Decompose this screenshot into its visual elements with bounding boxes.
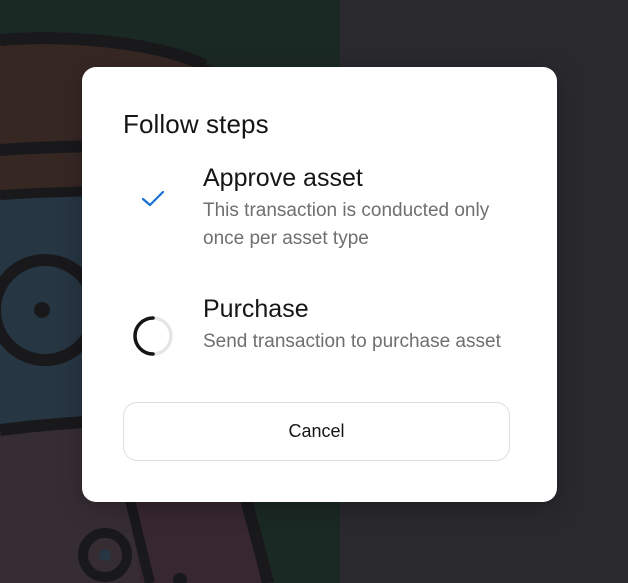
step-title: Approve asset xyxy=(203,164,363,192)
follow-steps-dialog: Follow steps Approve asset This transact… xyxy=(82,67,557,502)
step-description: This transaction is conducted only once … xyxy=(203,200,490,249)
step-title: Purchase xyxy=(203,295,309,323)
cancel-button[interactable]: Cancel xyxy=(123,402,510,461)
spinner-icon xyxy=(123,306,183,366)
dialog-title: Follow steps xyxy=(123,109,269,139)
checkmark-icon xyxy=(123,169,183,229)
screen: Follow steps Approve asset This transact… xyxy=(0,0,628,583)
step-description: Send transaction to purchase asset xyxy=(203,331,501,352)
